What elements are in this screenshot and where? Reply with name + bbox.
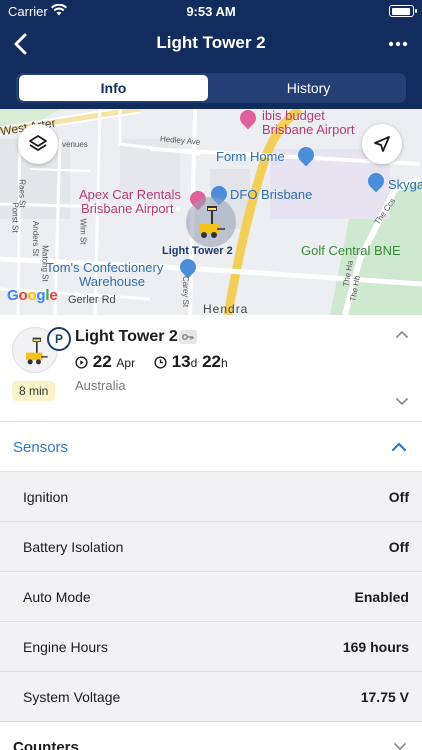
sensor-value: Off [388, 539, 409, 555]
counters-section-header[interactable]: Counters [0, 722, 422, 750]
last-update-badge: 8 min [12, 381, 56, 401]
tab-info[interactable]: Info [19, 75, 208, 101]
map-label-matong: Matong St [40, 245, 50, 282]
map-label-ibis-1: ibis budget [262, 109, 325, 123]
navigation-bar: Light Tower 2 [0, 22, 422, 66]
map-label-ibis-2: Brisbane Airport [262, 122, 355, 137]
status-time: 9:53 AM [186, 4, 236, 19]
map-label-hendra: Hendra [203, 302, 249, 315]
light-tower-icon [199, 206, 225, 238]
map-label-dfo: DFO Brisbane [230, 187, 313, 202]
map-locate-button[interactable] [362, 124, 402, 164]
sensor-value: 169 hours [342, 639, 409, 655]
map-label-anders: Anders St [31, 220, 41, 257]
asset-map-marker[interactable] [186, 197, 236, 247]
map-label-skyga: Skyga [388, 177, 422, 192]
sensor-name: Battery Isolation [23, 539, 124, 555]
map-label-toms-1: Tom's Confectionery [46, 260, 164, 275]
battery-icon [389, 5, 417, 17]
sensor-name: System Voltage [23, 689, 121, 705]
layers-icon [29, 135, 47, 151]
tab-history[interactable]: History [214, 75, 403, 101]
chevron-down-icon [394, 743, 406, 750]
map-label-venues: venues [62, 140, 88, 149]
more-dots-icon [388, 41, 408, 47]
duration-days-unit: d [190, 356, 198, 370]
sensor-name: Auto Mode [23, 589, 91, 605]
chevron-down-icon[interactable] [395, 397, 409, 407]
sensor-name: Engine Hours [23, 639, 108, 655]
light-tower-icon [26, 337, 48, 365]
sensor-value: Enabled [354, 589, 409, 605]
map-label-apex-2: Brisbane Airport [81, 201, 174, 216]
date-month: Apr [116, 356, 136, 370]
sensor-value: Off [388, 489, 409, 505]
asset-date-row: 22 Apr 13d 22h [75, 352, 228, 372]
asset-marker-label: Light Tower 2 [162, 245, 233, 257]
duration-days: 13 [171, 352, 191, 371]
status-bar: Carrier 9:53 AM [0, 0, 422, 22]
map-label-form-home: Form Home [216, 149, 285, 164]
map-label-wim: Wim St [78, 218, 88, 245]
chevron-up-icon[interactable] [395, 329, 409, 339]
google-attribution: Google [7, 287, 58, 304]
duration-hours: 22 [202, 352, 221, 371]
map-label-apex-1: Apex Car Rentals [79, 187, 181, 202]
asset-location: Australia [75, 378, 126, 393]
asset-summary-card[interactable]: P 8 min Light Tower 2 22 Apr 13d 22h Aus… [0, 315, 422, 422]
key-icon [179, 330, 197, 344]
map-label-toms-2: Warehouse [79, 274, 145, 289]
page-title: Light Tower 2 [156, 33, 266, 52]
clock-icon [154, 356, 167, 369]
asset-name: Light Tower 2 [75, 328, 178, 345]
sensor-row: Ignition Off [0, 472, 422, 522]
map-layers-button[interactable] [18, 124, 58, 164]
more-options-button[interactable] [386, 32, 410, 56]
sensor-list: Ignition Off Battery Isolation Off Auto … [0, 472, 422, 722]
parked-status-badge: P [47, 327, 71, 351]
map-label-carey: Carey St [181, 275, 191, 308]
play-circle-icon [75, 356, 88, 369]
map-label-golf: Golf Central BNE [301, 243, 401, 258]
sensor-name: Ignition [23, 489, 69, 505]
date-day: 22 [92, 352, 112, 371]
sensor-row: Engine Hours 169 hours [0, 622, 422, 672]
top-bar: Carrier 9:53 AM Light Tower 2 Info Histo… [0, 0, 422, 109]
sensor-row: System Voltage 17.75 V [0, 672, 422, 722]
sensor-row: Battery Isolation Off [0, 522, 422, 572]
counters-title: Counters [13, 739, 79, 750]
sensors-title: Sensors [13, 439, 69, 456]
map-label-gerler: Gerler Rd [68, 294, 116, 306]
sensor-value: 17.75 V [360, 689, 409, 705]
segmented-control: Info History [16, 73, 406, 103]
map-label-raes: Raes St [17, 179, 27, 208]
sensors-section-header[interactable]: Sensors [0, 422, 422, 472]
map-view[interactable]: West Arter venues ibis budget Brisbane A… [0, 109, 422, 315]
navigation-arrow-icon [374, 136, 390, 152]
sensor-row: Auto Mode Enabled [0, 572, 422, 622]
chevron-up-icon [391, 442, 407, 452]
duration-hours-unit: h [220, 356, 228, 370]
